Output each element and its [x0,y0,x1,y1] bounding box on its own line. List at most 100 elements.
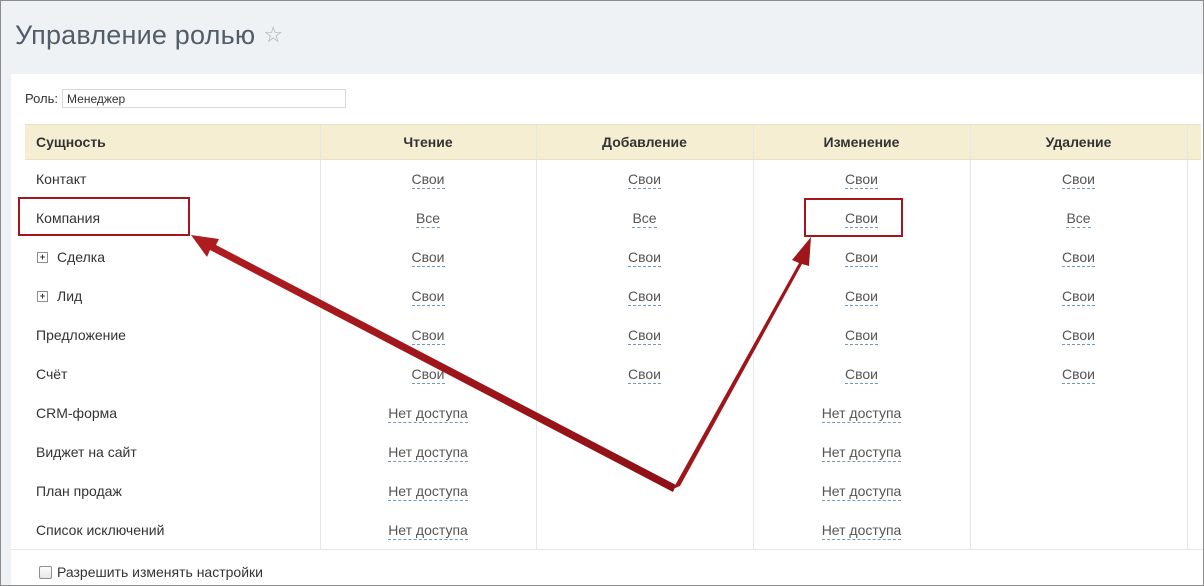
column-header: Удаление [1045,134,1112,150]
permission-selector[interactable]: Свои [845,367,878,384]
permission-cell: Свои [753,316,970,355]
permission-selector[interactable]: Свои [1062,250,1095,267]
permission-selector[interactable]: Свои [845,289,878,306]
permission-selector[interactable]: Все [632,211,657,228]
allow-settings-label[interactable]: Разрешить изменять настройки [57,564,263,580]
permission-selector[interactable]: Свои [628,328,661,345]
entity-label: CRM-форма [36,405,118,421]
permission-selector[interactable]: Нет доступа [821,445,902,462]
entity-label: План продаж [36,483,122,499]
entity-cell: Контакт [36,160,86,199]
allow-settings-checkbox[interactable] [39,565,52,579]
column-header: Чтение [403,134,453,150]
permission-selector[interactable]: Все [1066,211,1091,228]
permission-selector[interactable]: Свои [1062,367,1095,384]
role-row: Роль: [25,89,347,108]
table-row: Виджет на сайт Нет доступа Нет доступа [25,433,1201,472]
permission-cell: Свои [970,316,1187,355]
permission-selector[interactable]: Все [415,211,441,228]
permission-cell: Свои [320,277,536,316]
table-row: CRM-форма Нет доступа Нет доступа [25,394,1201,433]
permission-cell [536,394,753,433]
permission-cell [970,472,1187,511]
allow-settings-row: Разрешить изменять настройки [39,564,263,580]
permission-selector[interactable]: Свои [411,328,445,345]
entity-cell: План продаж [36,472,122,511]
entity-label: Виджет на сайт [36,444,137,460]
permission-cell: Свои [753,238,970,277]
permission-cell: Свои [536,238,753,277]
company-highlight-box [18,197,190,236]
permission-cell: Свои [753,160,970,199]
permission-selector[interactable]: Нет доступа [821,406,902,423]
permission-selector[interactable]: Нет доступа [388,406,468,423]
permission-selector[interactable]: Свои [411,367,445,384]
entity-label: Список исключений [36,522,165,538]
permission-cell: Все [970,199,1187,238]
permission-cell: Свои [536,160,753,199]
permission-selector[interactable]: Свои [1062,289,1095,306]
permission-selector[interactable]: Нет доступа [821,523,902,540]
page-header: Управление ролью ☆ [15,17,283,53]
permission-selector[interactable]: Свои [628,172,661,189]
entity-cell: + Сделка [36,238,105,277]
permission-cell: Нет доступа [753,433,970,472]
entity-label: Лид [57,288,83,304]
permission-cell [536,433,753,472]
permission-selector[interactable]: Свои [628,289,661,306]
permission-cell [970,511,1187,550]
permission-cell [970,394,1187,433]
permission-selector[interactable]: Свои [628,367,661,384]
permission-cell: Нет доступа [320,472,536,511]
permission-selector[interactable]: Свои [845,250,878,267]
permission-cell: Нет доступа [320,511,536,550]
permission-selector[interactable]: Свои [628,250,661,267]
column-header: Изменение [823,134,900,150]
permission-selector[interactable]: Свои [845,328,878,345]
permission-cell: Свои [536,316,753,355]
permission-cell [536,511,753,550]
permission-cell: Свои [320,355,536,394]
entity-cell: CRM-форма [36,394,117,433]
column-header: Добавление [602,134,687,150]
permission-selector[interactable]: Свои [411,172,445,189]
permission-selector[interactable]: Свои [1062,172,1095,189]
permission-selector[interactable]: Свои [411,250,445,267]
permission-cell: Нет доступа [320,433,536,472]
table-row: + Сделка Свои Свои Свои Свои [25,238,1201,277]
entity-label: Счёт [36,366,68,382]
company-edit-highlight-box [804,198,903,237]
role-label: Роль: [25,91,59,106]
expand-plus-icon[interactable]: + [37,291,48,302]
permission-cell [970,433,1187,472]
permission-cell: Все [320,199,536,238]
permission-selector[interactable]: Нет доступа [388,523,468,540]
permission-cell: Нет доступа [753,511,970,550]
permission-cell: Свои [320,316,536,355]
entity-label: Предложение [36,327,126,343]
permission-cell: Свои [536,277,753,316]
permission-cell: Свои [753,277,970,316]
table-row: Счёт Свои Свои Свои Свои [25,355,1201,394]
entity-cell: Виджет на сайт [36,433,137,472]
permission-selector[interactable]: Свои [1062,328,1095,345]
permission-selector[interactable]: Нет доступа [388,445,468,462]
permissions-table: Сущность Чтение Добавление Изменение Удалени… [25,124,1201,550]
table-row: Список исключений Нет доступа Нет доступа [25,511,1201,550]
table-row: Контакт Свои Свои Свои Свои [25,160,1201,199]
permission-cell: Свои [970,238,1187,277]
entity-cell: + Лид [36,277,82,316]
permission-selector[interactable]: Нет доступа [388,484,468,501]
permission-selector[interactable]: Свои [411,289,445,306]
permission-cell [536,472,753,511]
role-name-input[interactable] [62,89,347,108]
permission-selector[interactable]: Нет доступа [821,484,902,501]
permission-cell: Свои [536,355,753,394]
table-header: Сущность Чтение Добавление Изменение Удалени… [25,125,1201,160]
permission-cell: Свои [320,238,536,277]
expand-plus-icon[interactable]: + [37,252,48,263]
permission-cell: Свои [970,277,1187,316]
star-icon[interactable]: ☆ [263,22,283,48]
entity-label: Сделка [57,249,105,265]
permission-selector[interactable]: Свои [845,172,878,189]
